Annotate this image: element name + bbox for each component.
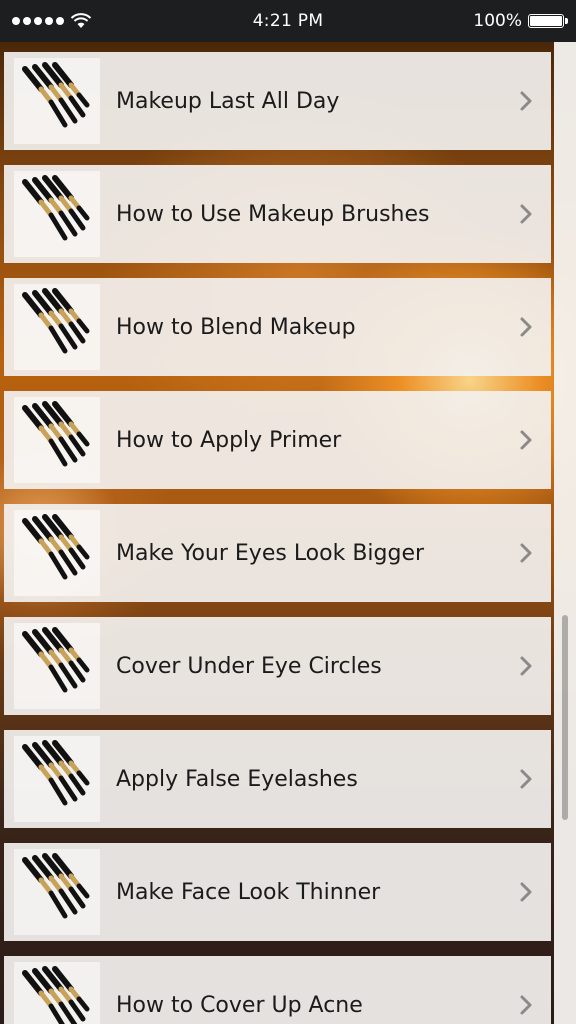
list-item[interactable]: Apply False Eyelashes xyxy=(4,730,551,828)
battery-percent: 100% xyxy=(473,11,522,31)
makeup-brushes-icon xyxy=(14,510,100,596)
status-right: 100% xyxy=(424,11,568,31)
chevron-right-icon xyxy=(515,203,537,225)
makeup-brushes-icon xyxy=(14,58,100,144)
topic-list: Makeup Last All Day How to Use Makeup Br… xyxy=(4,52,551,1024)
makeup-brushes-icon xyxy=(14,736,100,822)
list-item-label: Make Your Eyes Look Bigger xyxy=(116,540,425,566)
scroll-track xyxy=(554,42,576,1024)
wifi-icon xyxy=(70,13,92,28)
signal-dots-icon xyxy=(12,17,64,25)
list-item-label: Cover Under Eye Circles xyxy=(116,653,382,679)
chevron-right-icon xyxy=(515,881,537,903)
scrollbar[interactable] xyxy=(562,615,568,820)
list-item[interactable]: How to Blend Makeup xyxy=(4,278,551,376)
list-item-label: Makeup Last All Day xyxy=(116,88,340,114)
status-left xyxy=(12,13,152,29)
chevron-right-icon xyxy=(515,90,537,112)
list-item-label: How to Cover Up Acne xyxy=(116,992,363,1018)
list-item[interactable]: Make Your Eyes Look Bigger xyxy=(4,504,551,602)
list-item[interactable]: How to Apply Primer xyxy=(4,391,551,489)
chevron-right-icon xyxy=(515,316,537,338)
chevron-right-icon xyxy=(515,429,537,451)
list-item[interactable]: Make Face Look Thinner xyxy=(4,843,551,941)
list-item[interactable]: How to Cover Up Acne xyxy=(4,956,551,1024)
makeup-brushes-icon xyxy=(14,171,100,257)
chevron-right-icon xyxy=(515,655,537,677)
list-item[interactable]: How to Use Makeup Brushes xyxy=(4,165,551,263)
list-item-label: How to Apply Primer xyxy=(116,427,342,453)
makeup-brushes-icon xyxy=(14,397,100,483)
list-item-label: Apply False Eyelashes xyxy=(116,766,358,792)
makeup-brushes-icon xyxy=(14,849,100,935)
chevron-right-icon xyxy=(515,768,537,790)
list-item-label: Make Face Look Thinner xyxy=(116,879,381,905)
list-item-label: How to Use Makeup Brushes xyxy=(116,201,430,227)
list-item[interactable]: Makeup Last All Day xyxy=(4,52,551,150)
status-bar: 4:21 PM 100% xyxy=(0,0,576,42)
makeup-brushes-icon xyxy=(14,284,100,370)
makeup-brushes-icon xyxy=(14,962,100,1024)
chevron-right-icon xyxy=(515,994,537,1016)
status-time: 4:21 PM xyxy=(252,11,324,31)
list-item-label: How to Blend Makeup xyxy=(116,314,356,340)
battery-icon xyxy=(527,14,568,28)
chevron-right-icon xyxy=(515,542,537,564)
makeup-brushes-icon xyxy=(14,623,100,709)
list-item[interactable]: Cover Under Eye Circles xyxy=(4,617,551,715)
